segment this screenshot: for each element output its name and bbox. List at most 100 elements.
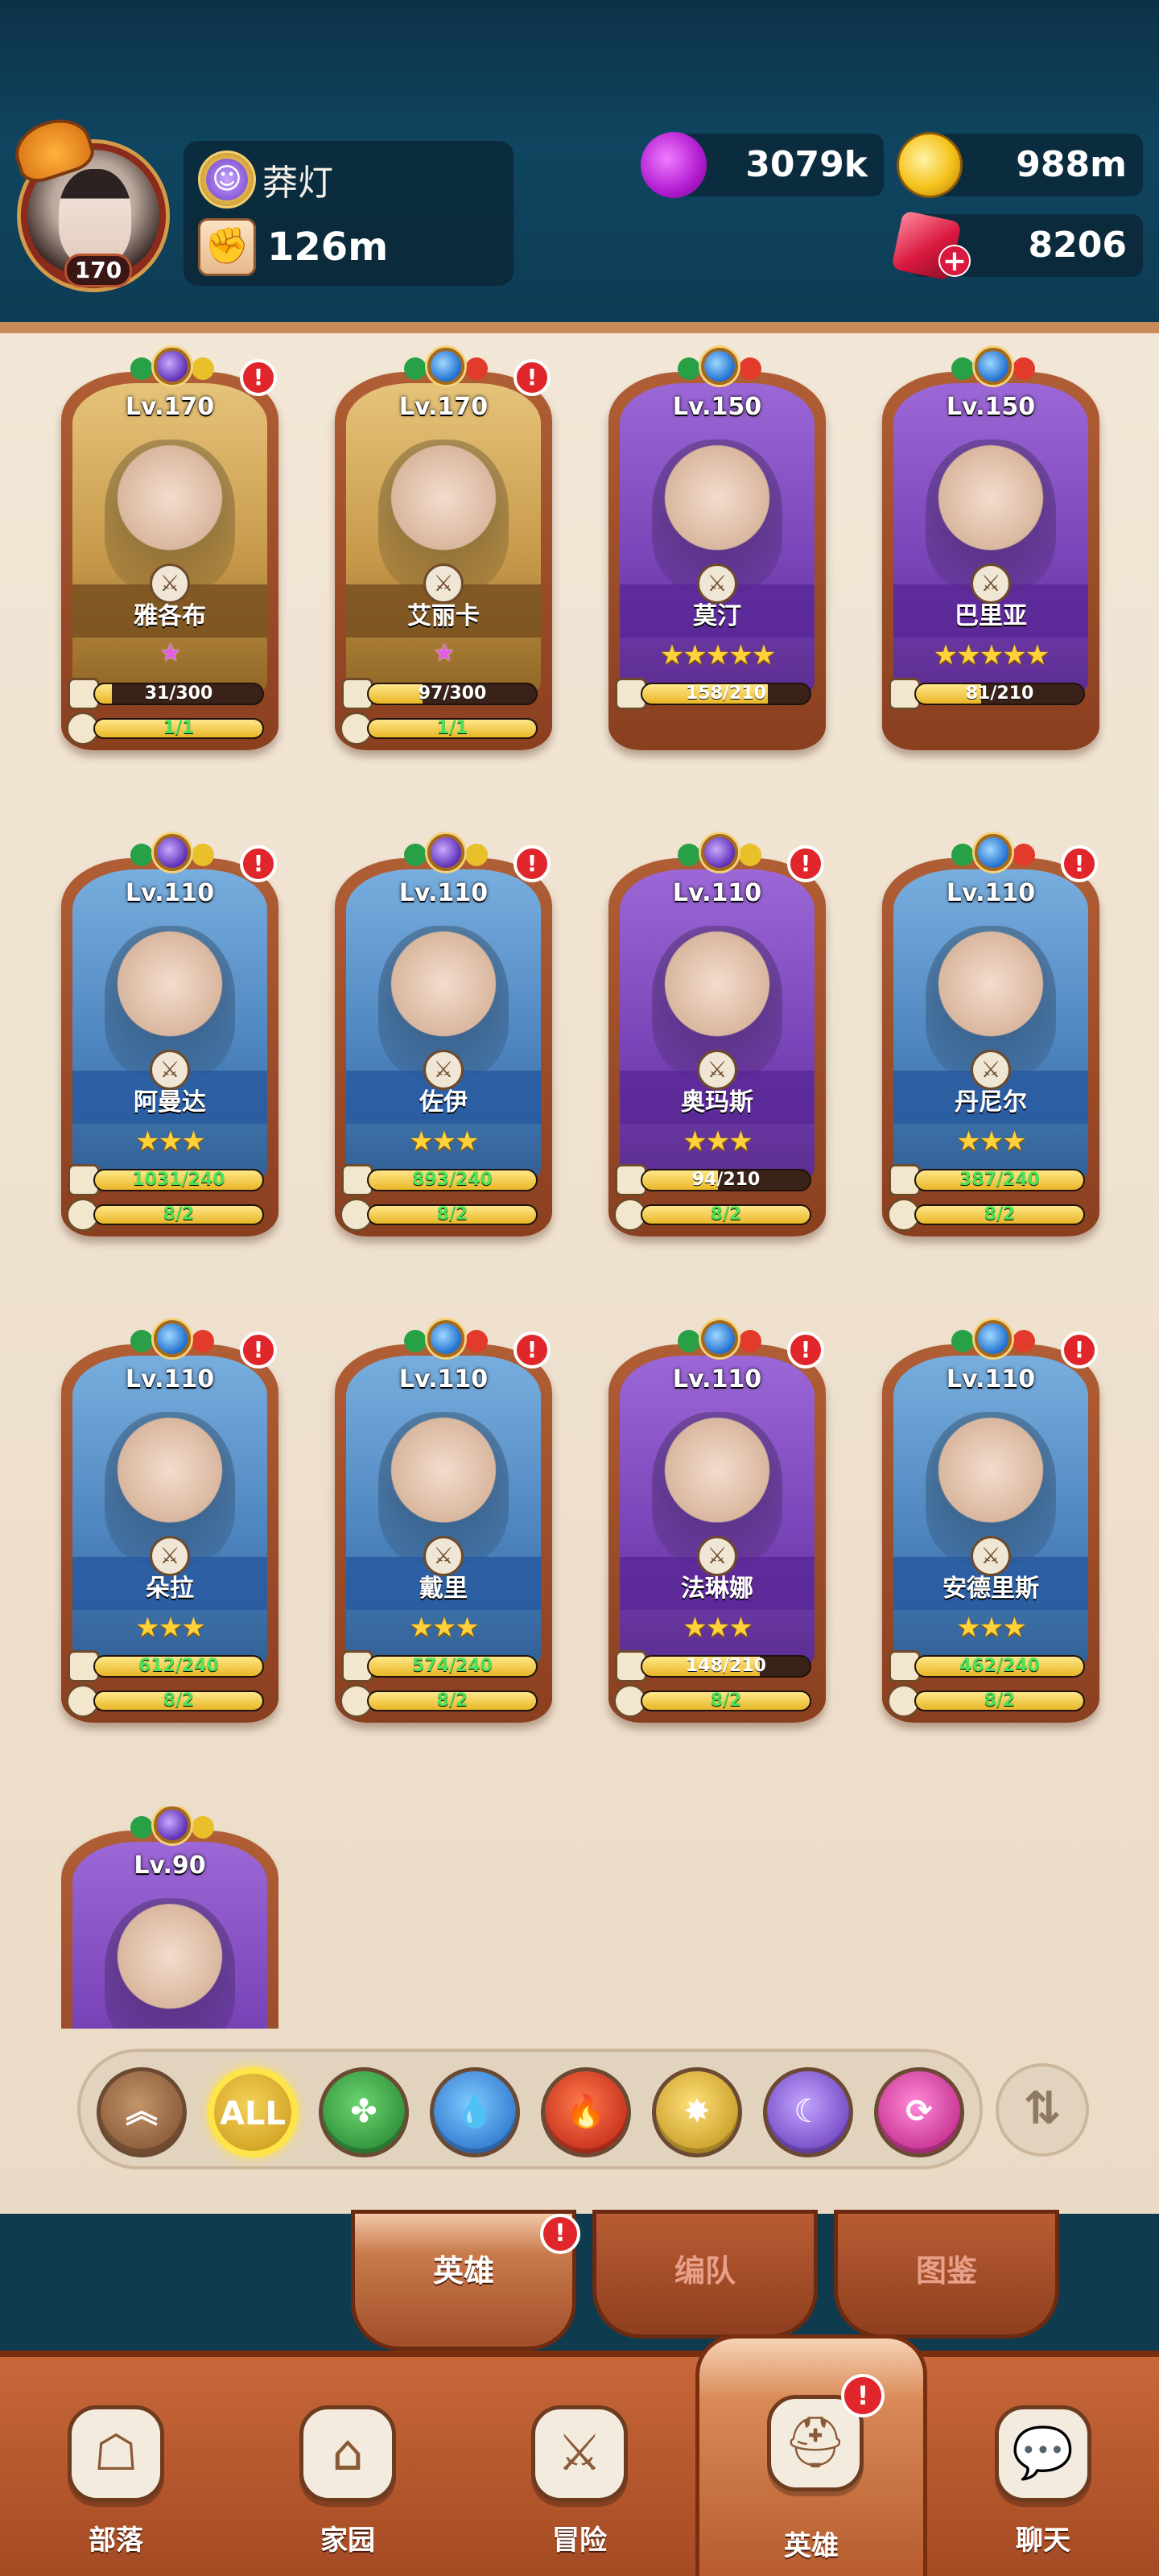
hero-card[interactable]: ! Lv.110 奥玛斯 ⚔ ★★★ 94/210 8/2 [608, 834, 826, 1245]
water-element-icon [701, 348, 738, 385]
element-gem-icon [739, 357, 761, 380]
hero-shard-progress: 148/210 [641, 1655, 811, 1678]
element-gem-icon [404, 1330, 427, 1352]
add-gems-icon[interactable]: + [938, 245, 971, 277]
potion-resource[interactable]: 3079k [641, 132, 884, 198]
element-gem-icon [130, 1816, 153, 1839]
element-gem-icon [678, 357, 700, 380]
element-gem-icon [130, 1330, 153, 1352]
hero-card[interactable]: Lv.150 莫汀 ⚔ ★★★★★ 158/210 [608, 348, 826, 758]
element-gem-icon [465, 844, 488, 866]
hero-copy-count: 8/2 [163, 1690, 195, 1711]
tab-heroes-alert-badge: ! [540, 2214, 580, 2254]
chat-bubble-icon: 💬 [995, 2405, 1091, 2502]
filter-all-button[interactable]: ALL [208, 2067, 298, 2157]
moon-element-icon [154, 1806, 191, 1843]
hero-card[interactable]: ! Lv.170 雅各布 ⚔ ★ 31/300 1/1 [61, 348, 278, 758]
nav-chat[interactable]: 💬 聊天 [927, 2357, 1159, 2576]
hero-class-icon: ⚔ [150, 1050, 190, 1090]
hero-card[interactable]: ! Lv.110 安德里斯 ⚔ ★★★ 462/240 8/2 [882, 1320, 1099, 1731]
hero-shard-progress: 97/300 [367, 683, 538, 705]
tab-team[interactable]: 编队 [592, 2210, 818, 2339]
hero-shard-count: 81/210 [965, 683, 1034, 704]
hero-shard-count: 94/210 [691, 1170, 761, 1190]
potion-icon [641, 132, 707, 198]
hero-level: Lv.110 [946, 1365, 1036, 1393]
hero-class-icon: ⚔ [150, 1536, 190, 1576]
hero-stars: ★★★★★ [659, 639, 776, 671]
filter-cycle-icon[interactable]: ⟳ [874, 2067, 964, 2157]
hero-level: Lv.110 [672, 879, 762, 907]
element-gem-icon [192, 1816, 214, 1839]
hero-card[interactable]: ! Lv.110 朵拉 ⚔ ★★★ 612/240 8/2 [61, 1320, 278, 1731]
clan-emblem-icon [198, 151, 256, 208]
hero-stars: ★ [433, 639, 456, 667]
hero-card[interactable]: ! Lv.110 阿曼达 ⚔ ★★★ 1031/240 8/2 [61, 834, 278, 1245]
water-element-icon [154, 1320, 191, 1357]
element-gem-icon [678, 844, 700, 866]
hero-class-icon: ⚔ [697, 564, 737, 604]
player-name-row[interactable]: 莽灯 [198, 147, 333, 212]
filter-nature-leaf-icon[interactable]: ✤ [319, 2067, 409, 2157]
hero-shard-progress: 893/240 [367, 1169, 538, 1191]
tab-heroes[interactable]: 英雄 ! [351, 2210, 580, 2351]
hero-copy-progress: 8/2 [367, 1690, 538, 1711]
water-element-icon [427, 1320, 464, 1357]
filter-light-star-icon[interactable]: ✸ [652, 2067, 742, 2157]
element-gem-icon [192, 844, 214, 866]
hero-class-icon: ⚔ [971, 564, 1011, 604]
hero-copy-count: 8/2 [984, 1690, 1016, 1711]
hero-class-icon: ⚔ [423, 1536, 464, 1576]
water-element-icon [975, 348, 1012, 385]
tab-codex-label: 图鉴 [915, 2253, 977, 2289]
element-gem-icon [951, 844, 974, 866]
hero-card[interactable]: Lv.90 [61, 1806, 278, 2029]
hero-card[interactable]: ! Lv.110 法琳娜 ⚔ ★★★ 148/210 8/2 [608, 1320, 826, 1731]
hero-shard-count: 148/210 [686, 1656, 766, 1676]
nav-heroes[interactable]: ⛑ ! 英雄 [695, 2334, 927, 2576]
gem-resource[interactable]: + 8206 [891, 210, 1143, 281]
hero-card[interactable]: ! Lv.110 戴里 ⚔ ★★★ 574/240 8/2 [335, 1320, 552, 1731]
filter-water-drop-icon[interactable]: 💧 [430, 2067, 520, 2157]
hero-stars: ★★★ [683, 1612, 753, 1644]
top-header: 170 莽灯 ✊ 126m 3079k 988m + 8206 [0, 0, 1159, 322]
hero-level: Lv.110 [398, 1365, 489, 1393]
nav-adventure[interactable]: ⚔ 冒险 [464, 2357, 695, 2576]
hero-copy-count: 1/1 [436, 718, 468, 738]
hero-stars: ★★★ [409, 1612, 479, 1644]
hero-level: Lv.150 [672, 393, 762, 421]
potion-amount: 3079k [745, 144, 868, 185]
hero-card[interactable]: ! Lv.110 丹尼尔 ⚔ ★★★ 387/240 8/2 [882, 834, 1099, 1245]
hero-copy-count: 8/2 [710, 1204, 742, 1224]
gem-amount: 8206 [1028, 225, 1127, 266]
sort-order-icon[interactable]: ⇅ [996, 2063, 1089, 2157]
hero-alert-badge: ! [1061, 1331, 1098, 1368]
player-avatar[interactable]: 170 [7, 109, 175, 290]
hero-copy-count: 8/2 [710, 1690, 742, 1711]
hero-copy-progress: 8/2 [641, 1690, 811, 1711]
hero-shard-count: 31/300 [144, 683, 213, 704]
hero-level: Lv.110 [125, 1365, 215, 1393]
nav-home[interactable]: ⌂ 家园 [232, 2357, 464, 2576]
hero-card[interactable]: ! Lv.170 艾丽卡 ⚔ ★ 97/300 1/1 [335, 348, 552, 758]
hero-shard-progress: 387/240 [914, 1169, 1085, 1191]
moon-element-icon [154, 834, 191, 871]
element-filter-bar: ︽ ALL ✤ 💧 🔥 ✸ ☾ ⟳ [77, 2049, 983, 2169]
hero-card[interactable]: Lv.150 巴里亚 ⚔ ★★★★★ 81/210 [882, 348, 1099, 758]
sort-rank-button[interactable]: ︽ [97, 2067, 187, 2157]
hero-level: Lv.90 [134, 1852, 206, 1880]
nav-tribe[interactable]: ☖ 部落 [0, 2357, 232, 2576]
element-gem-icon [678, 1330, 700, 1352]
element-gem-icon [192, 357, 214, 380]
hero-shard-count: 462/240 [959, 1656, 1040, 1676]
fist-power-icon: ✊ [198, 218, 256, 276]
filter-dark-moon-icon[interactable]: ☾ [763, 2067, 853, 2157]
hero-card[interactable]: ! Lv.110 佐伊 ⚔ ★★★ 893/240 8/2 [335, 834, 552, 1245]
gold-resource[interactable]: 988m [897, 132, 1143, 198]
home-house-icon: ⌂ [299, 2405, 396, 2502]
hero-shard-progress: 462/240 [914, 1655, 1085, 1678]
filter-fire-flame-icon[interactable]: 🔥 [541, 2067, 631, 2157]
element-gem-icon [1013, 844, 1035, 866]
element-gem-icon [1013, 357, 1035, 380]
tab-codex[interactable]: 图鉴 [834, 2210, 1059, 2339]
